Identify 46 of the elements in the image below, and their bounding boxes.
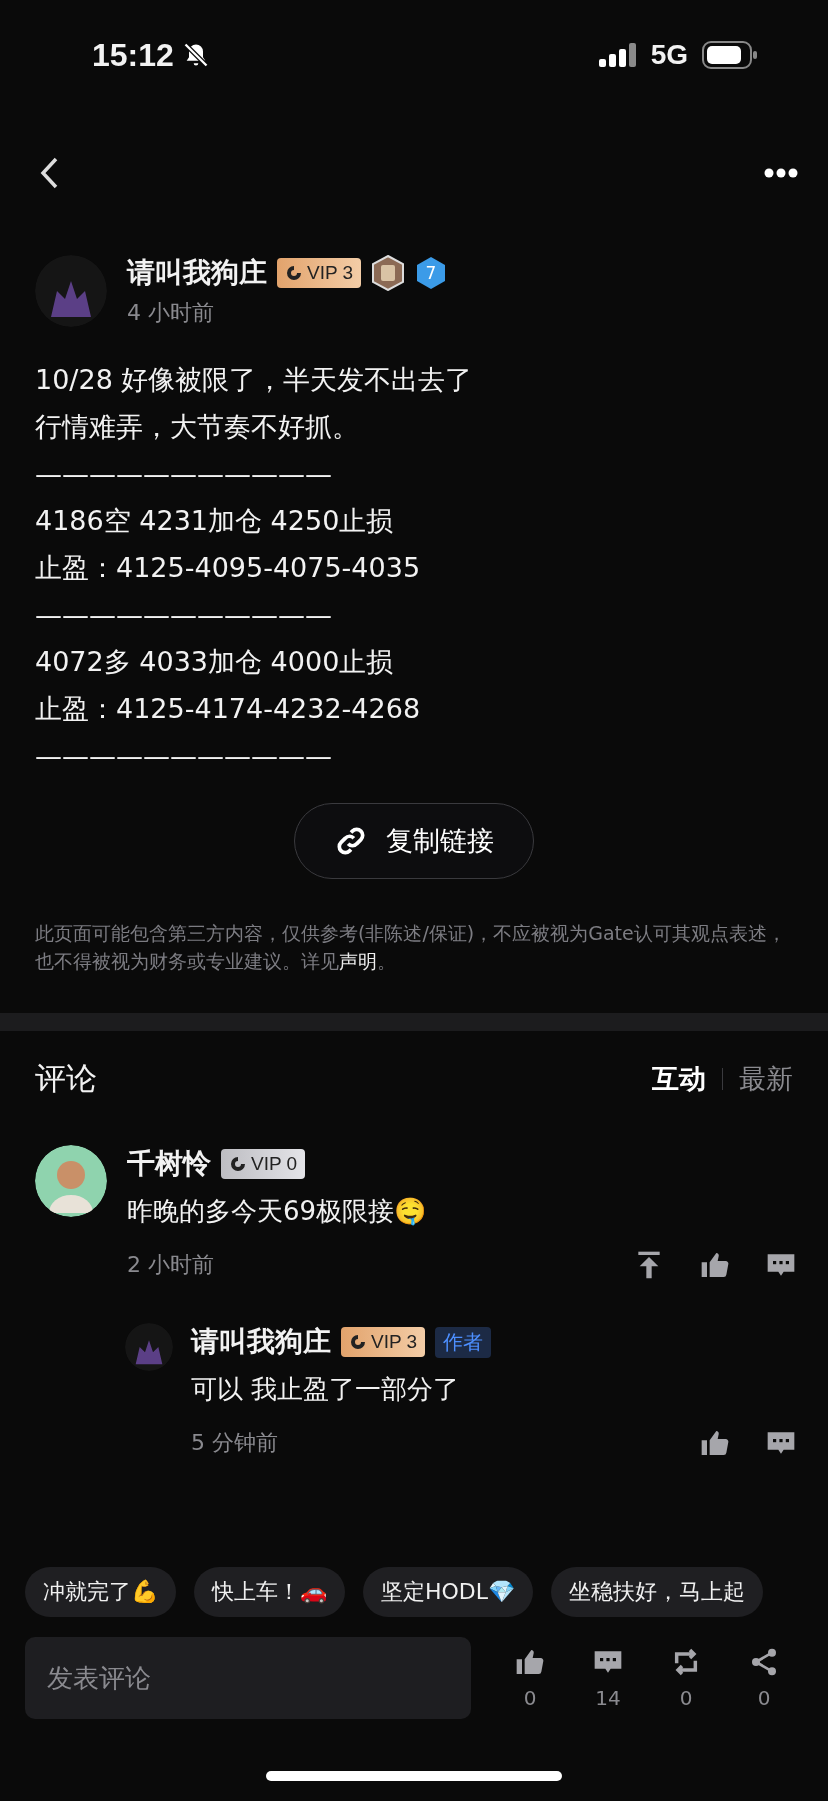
comment-input[interactable]: 发表评论 [25,1637,471,1719]
sort-tab[interactable]: 最新 [739,1061,793,1097]
comments-title: 评论 [35,1059,97,1098]
commenter-name[interactable]: 请叫我狗庄 [191,1323,331,1361]
quick-reply-chip[interactable]: 坚定HODL💎 [363,1567,534,1617]
battery-icon [702,41,758,69]
level-badge: 7 [415,256,448,290]
action-count: 0 [757,1686,771,1710]
scroll-badge-icon [371,255,406,291]
quick-reply-chip[interactable]: 坐稳扶好，马上起 [551,1567,764,1617]
action-count: 0 [523,1686,537,1710]
comment-time: 5 分钟前 [191,1429,278,1457]
action-count: 14 [595,1686,621,1710]
action-count: 0 [679,1686,693,1710]
post-text-line: 10/28 好像被限了，半天发不出去了 [35,363,474,397]
post-text-line: ——————————— [35,598,333,632]
comment-time: 2 小时前 [127,1251,214,1279]
more-icon[interactable] [764,168,798,178]
post-text-line: 4186空 4231加仓 4250止损 [35,504,395,538]
sort-tab[interactable]: 互动 [651,1061,706,1097]
author-name[interactable]: 请叫我狗庄 [127,254,267,292]
post-text-line: ——————————— [35,739,333,773]
quick-reply-chip[interactable]: 冲就完了💪 [25,1567,176,1617]
post-text-line: 止盈：4125-4095-4075-4035 [35,551,422,585]
bell-muted-icon [181,41,210,69]
signal-icon [598,43,637,67]
post-text-line: 止盈：4125-4174-4232-4268 [35,692,422,726]
vip-badge: VIP 3 [277,258,362,288]
back-icon[interactable] [38,156,60,190]
post-text-line: ——————————— [35,457,333,491]
author-tag: 作者 [435,1326,492,1358]
copy-link-button[interactable]: 复制链接 [294,803,534,879]
disclaimer-text: 此页面可能包含第三方内容，仅供参考(非陈述/保证)，不应被视为Gate认可其观点表述，也不得被视为财务或专业建议。详见声明。 [34,921,787,974]
vip-badge: VIP 0 [221,1149,306,1179]
vip-badge: VIP 3 [341,1327,426,1357]
post-text-line: 行情难弄，大节奏不好抓。 [35,410,360,444]
comment-text: 可以 我止盈了一部分了 [191,1373,461,1406]
post-text-line: 4072多 4033加仓 4000止损 [35,645,395,679]
commenter-name[interactable]: 千树怜 [127,1145,211,1183]
post-time: 4 小时前 [127,299,215,327]
statement-link[interactable]: 声明 [339,950,377,972]
comment-text: 昨晚的多今天69极限接🤤 [127,1195,428,1228]
quick-reply-chip[interactable]: 快上车！🚗 [194,1567,345,1617]
clock: 15:12 [92,36,174,74]
network-label: 5G [650,39,688,71]
avatar[interactable] [35,1145,107,1217]
